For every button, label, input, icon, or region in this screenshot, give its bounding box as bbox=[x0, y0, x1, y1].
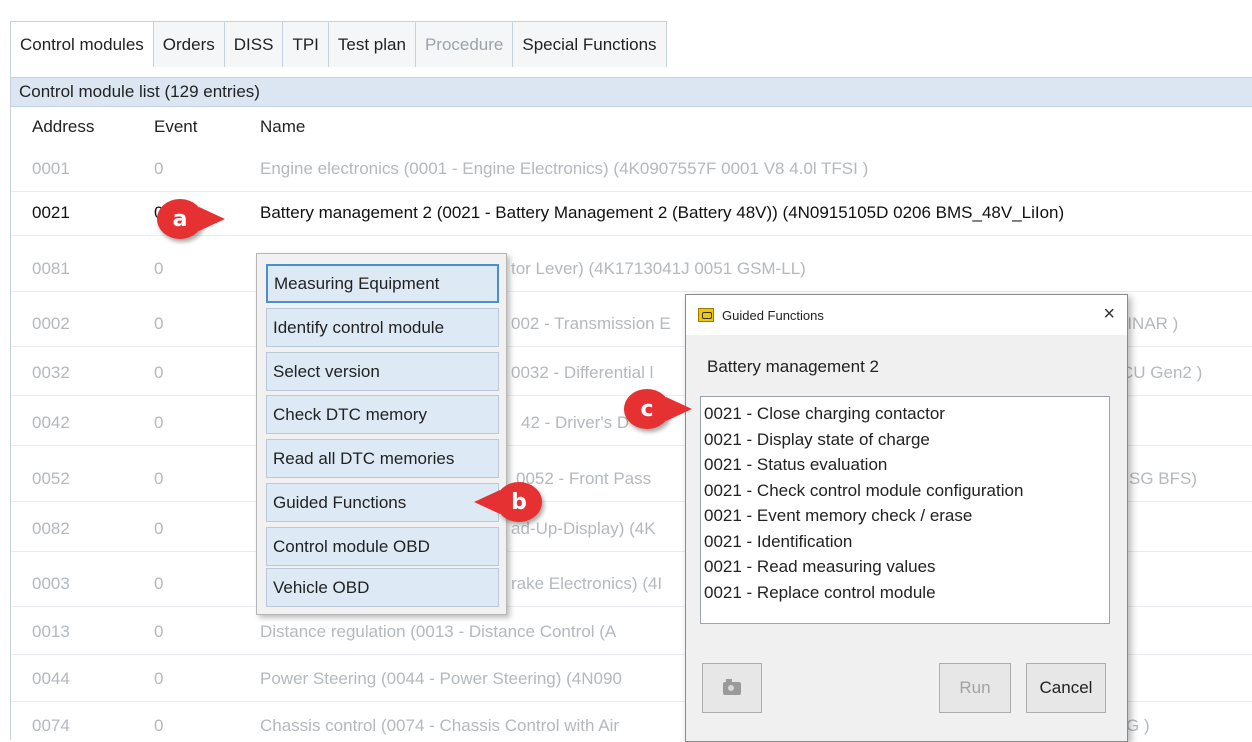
dialog-subtitle: Battery management 2 bbox=[707, 357, 879, 376]
column-header-address[interactable]: Address bbox=[32, 117, 142, 137]
list-item[interactable]: 0021 - Check control module configuratio… bbox=[701, 478, 1109, 504]
menu-item-control-module-obd[interactable]: Control module OBD bbox=[266, 527, 499, 566]
row-name: Battery management 2 (0021 - Battery Man… bbox=[260, 203, 1065, 222]
row-address: 0032 bbox=[32, 363, 70, 382]
row-event: 0 bbox=[154, 622, 164, 641]
row-event: 0 bbox=[154, 363, 164, 382]
row-address: 0013 bbox=[32, 622, 70, 641]
menu-item-vehicle-obd[interactable]: Vehicle OBD bbox=[266, 568, 499, 607]
menu-item-select-version[interactable]: Select version bbox=[266, 352, 499, 391]
row-event: 0 bbox=[154, 716, 164, 735]
row-name-tail: CU Gen2 ) bbox=[1121, 363, 1203, 382]
menu-item-read-all-dtc-memories[interactable]: Read all DTC memories bbox=[266, 439, 499, 478]
row-name: ad-Up-Display) (4K bbox=[511, 519, 656, 538]
tab-special-functions[interactable]: Special Functions bbox=[512, 21, 667, 67]
tab-diss[interactable]: DISS bbox=[223, 21, 284, 67]
row-address: 0052 bbox=[32, 469, 70, 488]
row-event: 0 bbox=[154, 469, 164, 488]
app-icon bbox=[698, 308, 714, 322]
guided-functions-dialog: Guided Functions × Battery management 2 … bbox=[685, 294, 1128, 742]
row-event: 0 bbox=[154, 259, 164, 278]
row-name-tail: G ) bbox=[1126, 716, 1150, 735]
tab-tpi[interactable]: TPI bbox=[282, 21, 329, 67]
row-event: 0 bbox=[154, 314, 164, 333]
row-event: 0 bbox=[154, 574, 164, 593]
list-item[interactable]: 0021 - Identification bbox=[701, 529, 1109, 555]
list-header: Address Event Name bbox=[11, 109, 1252, 147]
menu-item-check-dtc-memory[interactable]: Check DTC memory bbox=[266, 395, 499, 434]
list-item[interactable]: 0021 - Read measuring values bbox=[701, 554, 1109, 580]
callout-c: c bbox=[624, 389, 692, 429]
row-name: 002 - Transmission E bbox=[511, 314, 671, 333]
row-name: rake Electronics) (4I bbox=[511, 574, 663, 593]
list-item[interactable]: 0021 - Replace control module bbox=[701, 580, 1109, 606]
context-menu: Measuring Equipment Identify control mod… bbox=[256, 253, 507, 615]
table-row[interactable]: 0081 0 tor Lever) (4K1713041J 0051 GSM-L… bbox=[11, 247, 1252, 292]
list-item[interactable]: 0021 - Status evaluation bbox=[701, 452, 1109, 478]
row-address: 0082 bbox=[32, 519, 70, 538]
list-item[interactable]: 0021 - Event memory check / erase bbox=[701, 503, 1109, 529]
row-address: 0002 bbox=[32, 314, 70, 333]
tab-orders[interactable]: Orders bbox=[152, 21, 225, 67]
camera-icon bbox=[723, 678, 741, 695]
tab-test-plan[interactable]: Test plan bbox=[327, 21, 416, 67]
tab-control-modules[interactable]: Control modules bbox=[10, 21, 154, 67]
row-name: tor Lever) (4K1713041J 0051 GSM-LL) bbox=[511, 259, 806, 278]
screenshot-button[interactable] bbox=[702, 663, 762, 713]
row-address: 0003 bbox=[32, 574, 70, 593]
row-name: 0052 - Front Pass bbox=[516, 469, 652, 488]
row-event: 0 bbox=[154, 159, 164, 178]
menu-item-identify-control-module[interactable]: Identify control module bbox=[266, 308, 499, 347]
row-address: 0001 bbox=[32, 159, 70, 178]
tab-procedure: Procedure bbox=[414, 21, 514, 67]
row-address: 0042 bbox=[32, 413, 70, 432]
dialog-title: Guided Functions bbox=[722, 307, 824, 323]
row-event: 0 bbox=[154, 669, 164, 688]
table-row[interactable]: 0001 0 Engine electronics (0001 - Engine… bbox=[11, 147, 1252, 192]
run-button: Run bbox=[939, 663, 1011, 713]
row-address: 0081 bbox=[32, 259, 70, 278]
column-header-name[interactable]: Name bbox=[260, 117, 1252, 137]
row-address: 0044 bbox=[32, 669, 70, 688]
menu-item-guided-functions[interactable]: Guided Functions bbox=[266, 483, 499, 522]
list-item[interactable]: 0021 - Display state of charge bbox=[701, 427, 1109, 453]
list-title: Control module list (129 entries) bbox=[11, 77, 1252, 107]
guided-function-list: 0021 - Close charging contactor 0021 - D… bbox=[700, 396, 1110, 624]
cancel-button[interactable]: Cancel bbox=[1026, 663, 1106, 713]
tab-bar: Control modules Orders DISS TPI Test pla… bbox=[10, 21, 1252, 68]
row-name: 0032 - Differential l bbox=[511, 363, 654, 382]
row-name-tail: SG BFS) bbox=[1129, 469, 1198, 488]
row-name: Engine electronics (0001 - Engine Electr… bbox=[260, 159, 869, 178]
row-address: 0021 bbox=[32, 203, 70, 222]
callout-a: a bbox=[157, 199, 225, 239]
close-icon[interactable]: × bbox=[1103, 303, 1115, 326]
callout-b: b bbox=[474, 482, 542, 522]
dialog-title-bar: Guided Functions × bbox=[686, 295, 1127, 335]
menu-item-measuring-equipment[interactable]: Measuring Equipment bbox=[266, 264, 499, 303]
list-item[interactable]: 0021 - Close charging contactor bbox=[701, 401, 1109, 427]
row-address: 0074 bbox=[32, 716, 70, 735]
row-event: 0 bbox=[154, 519, 164, 538]
column-header-event[interactable]: Event bbox=[154, 117, 244, 137]
row-name: 42 - Driver's D bbox=[521, 413, 630, 432]
row-event: 0 bbox=[154, 413, 164, 432]
